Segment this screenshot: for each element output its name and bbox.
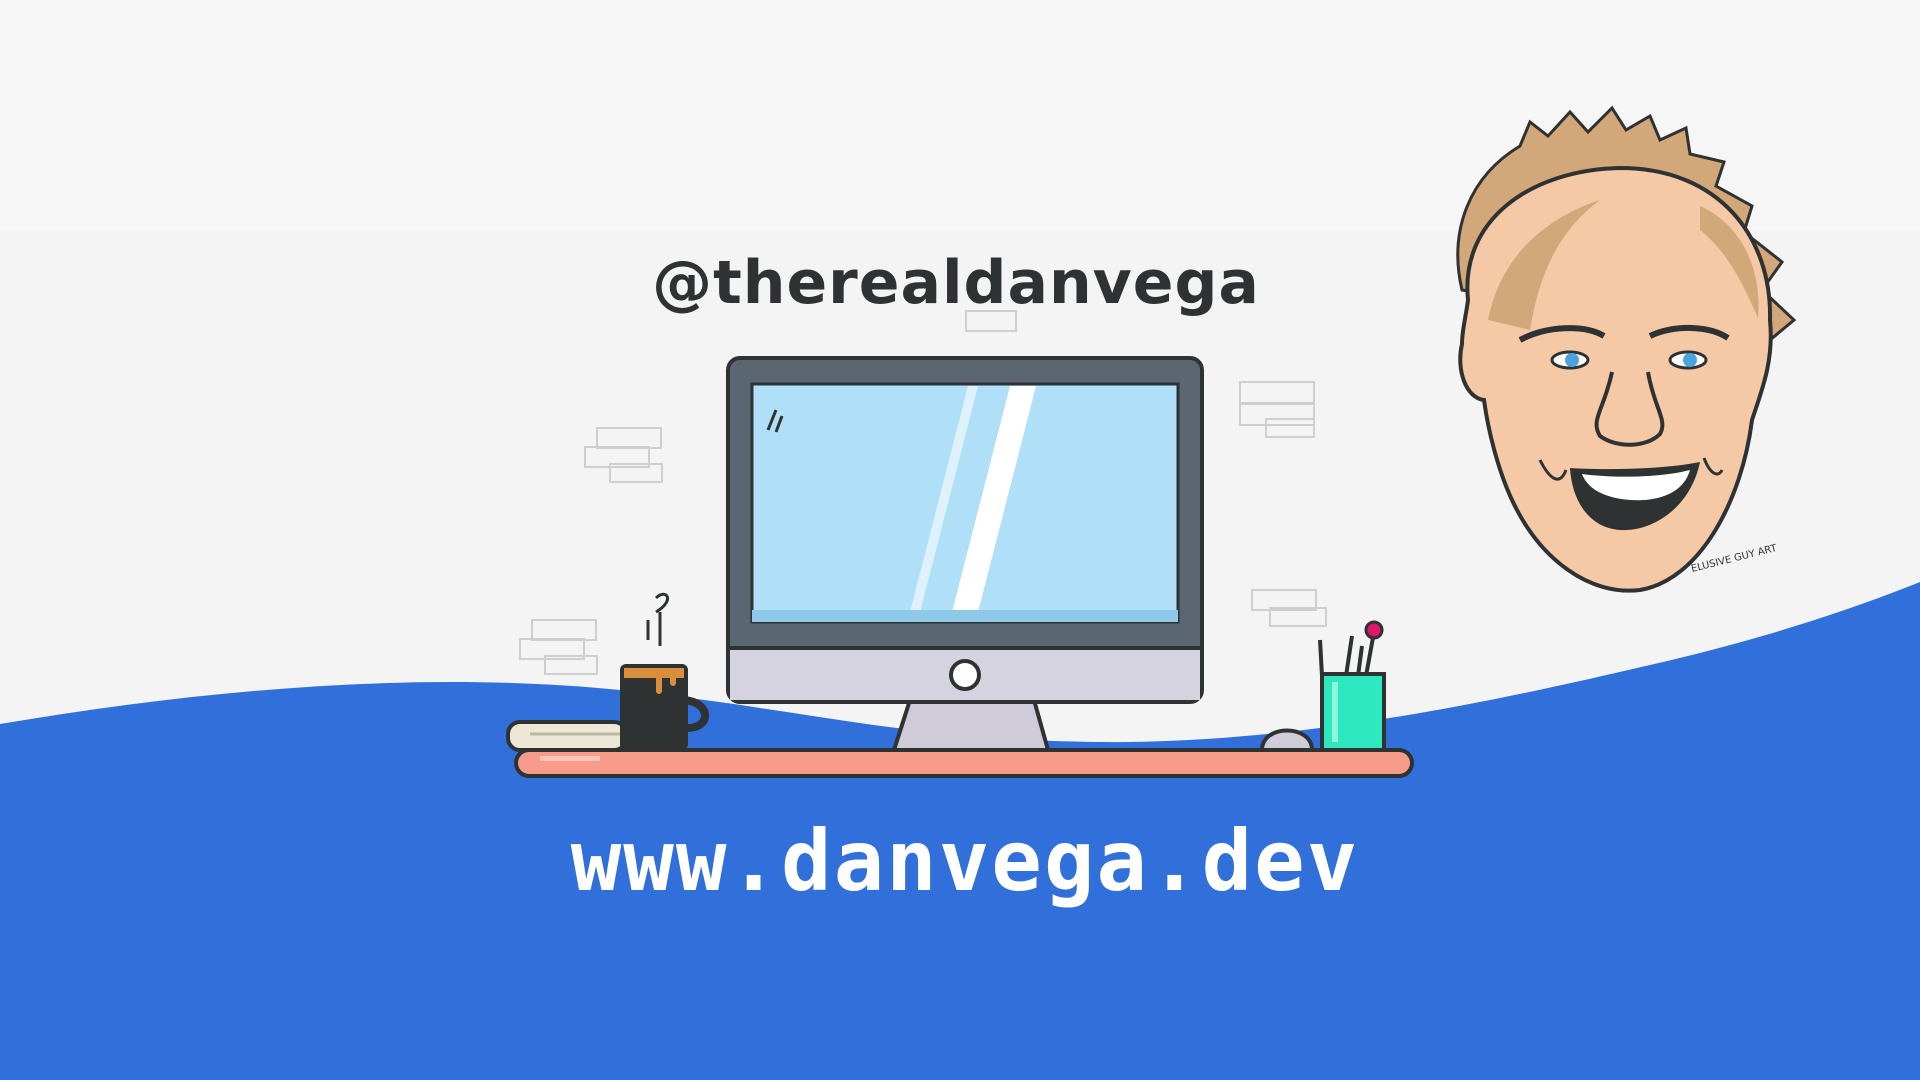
monitor-logo-button xyxy=(949,659,981,691)
banner-illustration: ELUSIVE GUY ART xyxy=(0,0,1920,1080)
social-handle-text: @therealdanvega xyxy=(652,248,1260,318)
monitor-stand xyxy=(891,698,1051,752)
monitor-illustration xyxy=(726,356,1204,752)
website-url-text: www.danvega.dev xyxy=(570,812,1360,910)
website-url[interactable]: www.danvega.dev xyxy=(0,812,1920,910)
book-icon xyxy=(506,720,628,752)
mouse-icon xyxy=(1259,728,1315,752)
desk-surface xyxy=(514,748,1414,778)
social-handle: @therealdanvega xyxy=(0,248,1920,318)
